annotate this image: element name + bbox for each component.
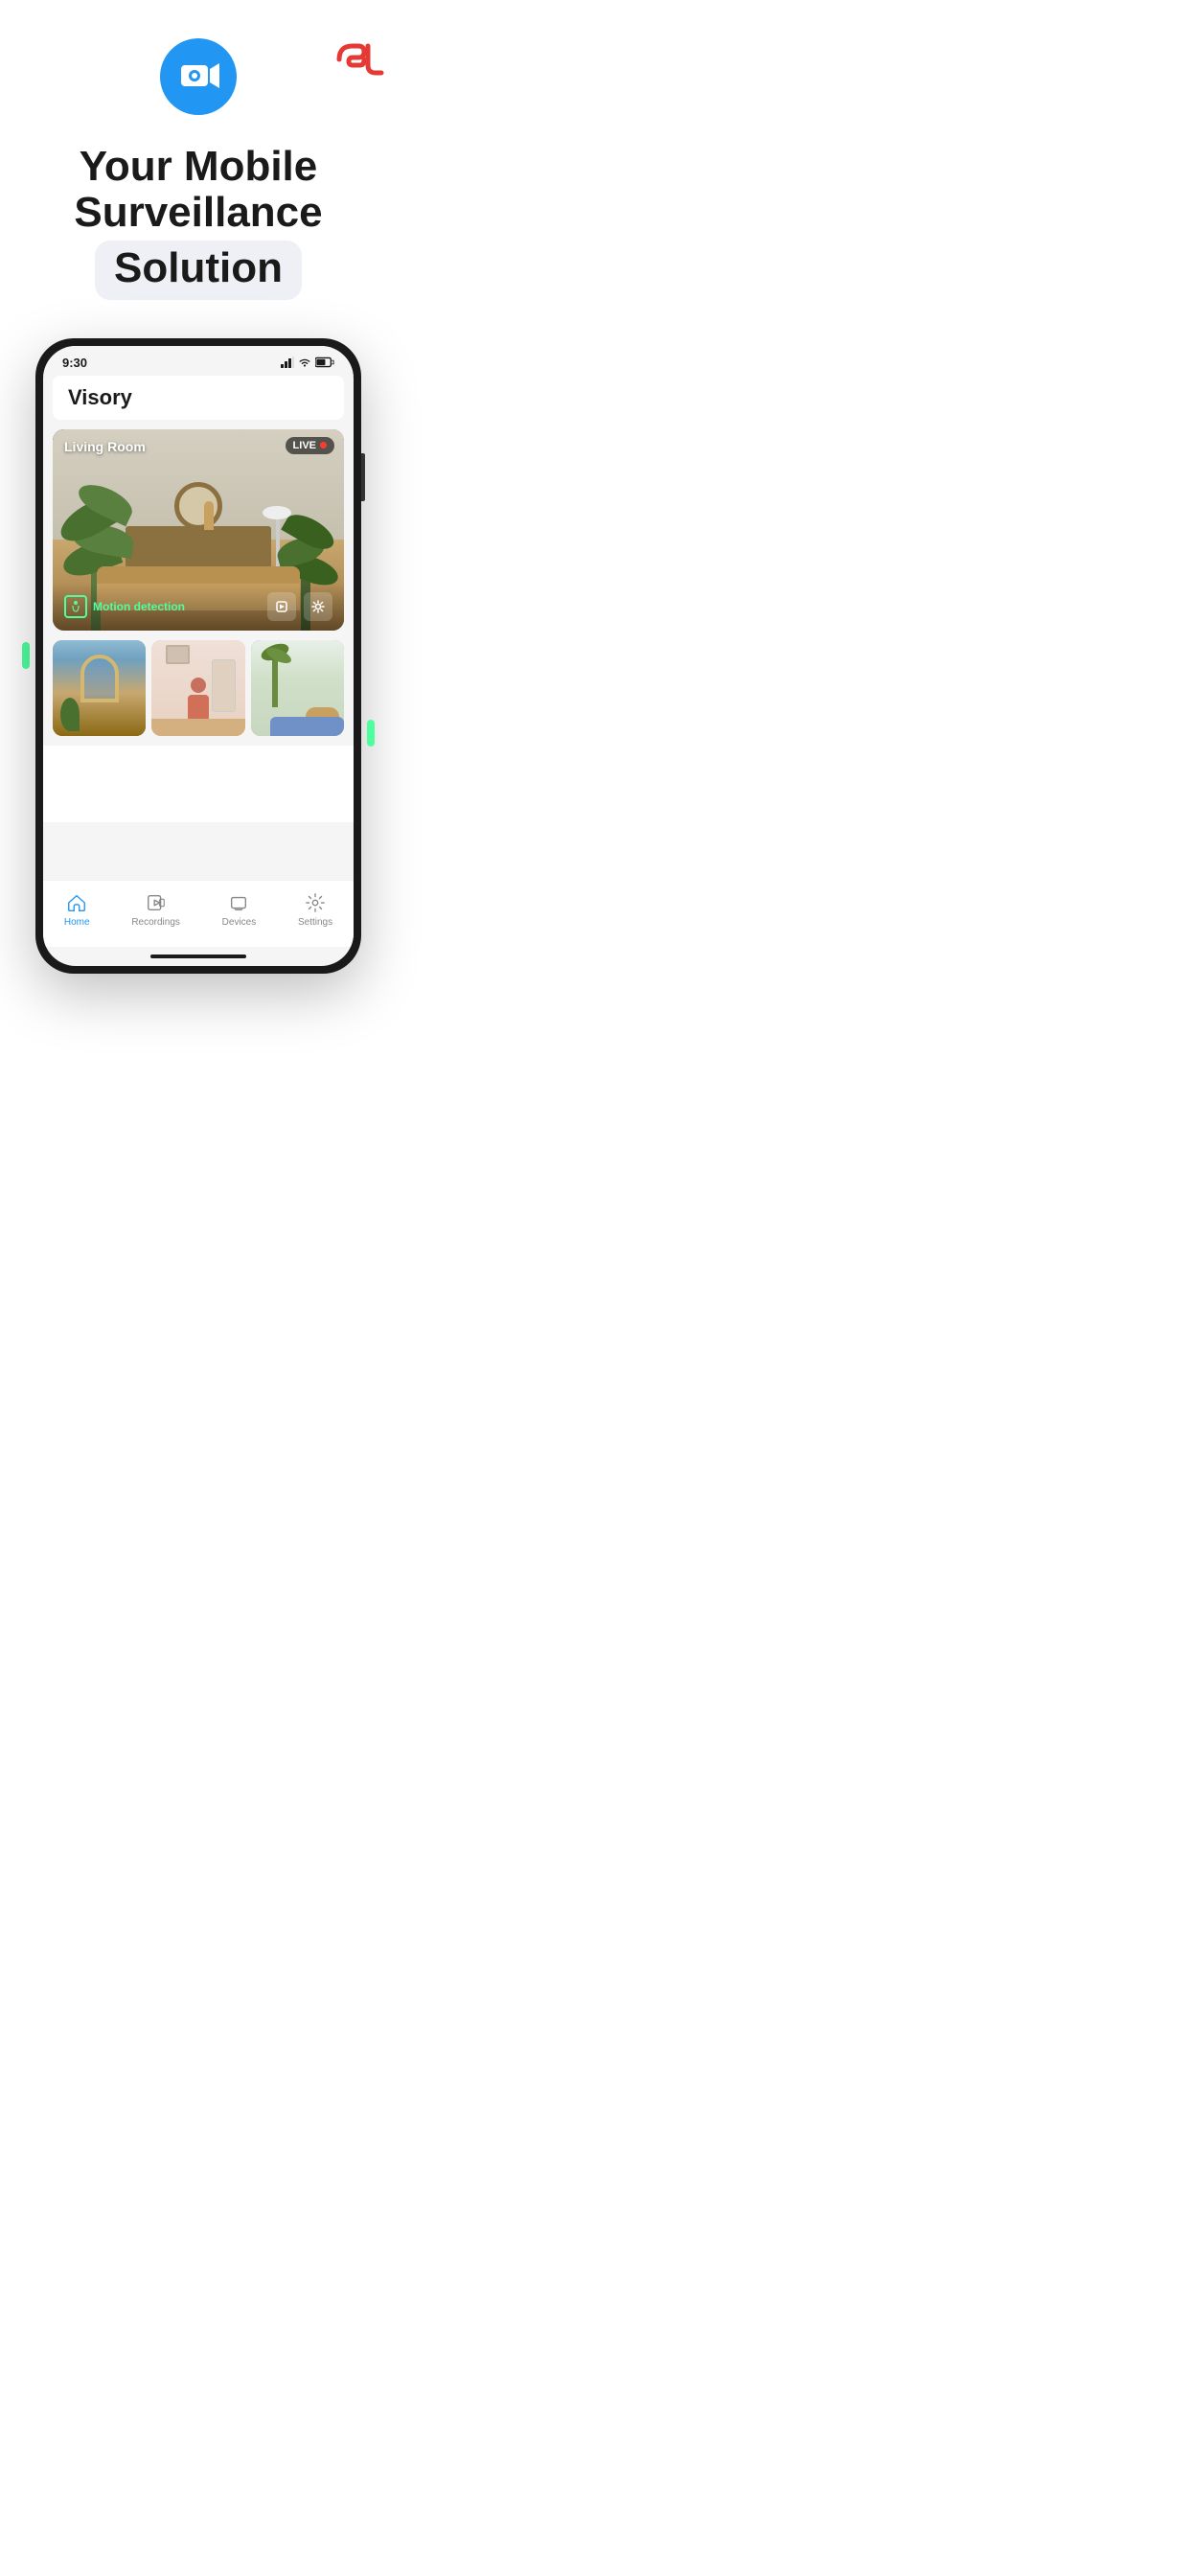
tab-home-label: Home [64,917,90,928]
motion-detection-indicator: Motion detection [64,595,185,618]
camera-settings-button[interactable] [304,592,332,621]
sideboard [126,526,271,570]
app-header: Visory [53,376,344,420]
wifi-icon [298,356,311,368]
app-title: Visory [68,385,132,409]
status-time: 9:30 [62,356,87,370]
record-icon [275,600,288,613]
tab-devices-label: Devices [222,917,257,928]
headline-line3: Solution [114,244,283,291]
phone-inner: 9:30 [43,346,354,966]
bottom-spacer [43,958,354,966]
battery-icon [315,356,334,368]
camera-thumb-2[interactable] [151,640,244,736]
phone-outer: 9:30 [35,338,361,974]
tab-settings[interactable]: Settings [298,892,332,928]
vase [204,501,214,530]
camera-thumb-3[interactable] [251,640,344,736]
headline-line2: Surveillance [74,189,322,236]
camera-thumbnail-grid [53,640,344,736]
live-badge: LIVE [286,437,334,454]
tab-settings-label: Settings [298,917,332,928]
camera-room-label: Living Room [64,439,146,454]
side-indicator-left [22,642,30,669]
record-button[interactable] [267,592,296,621]
home-icon [66,892,87,913]
camera-bottom-bar: Motion detection [53,583,344,631]
camera-icon [177,56,219,98]
motion-text: Motion detection [93,600,185,613]
recordings-icon [146,892,167,913]
red-brand-icon [332,38,379,77]
headline: Your Mobile Surveillance Solution [55,144,341,300]
motion-person-icon [69,600,82,613]
tab-bar: Home Recordings [43,880,354,947]
camera-thumb-1[interactable] [53,640,146,736]
main-camera-feed[interactable]: Living Room LIVE [53,429,344,631]
camera-controls [267,592,332,621]
top-section: Your Mobile Surveillance Solution 9:30 [0,0,397,974]
headline-line1: Your Mobile [80,143,318,190]
tab-recordings-label: Recordings [131,917,180,928]
phone-mockup: 9:30 [35,338,361,974]
signal-icon [281,356,294,368]
phone-side-button [361,453,365,501]
tab-home[interactable]: Home [64,892,90,928]
side-indicator-right [367,720,375,747]
tab-devices[interactable]: Devices [222,892,257,928]
settings-icon [305,892,326,913]
live-dot [320,442,327,448]
settings-gear-icon [311,600,325,613]
tab-recordings[interactable]: Recordings [131,892,180,928]
devices-icon [228,892,249,913]
phone-white-space [43,746,354,822]
mirror [174,482,222,530]
app-icon[interactable] [160,38,237,115]
motion-icon [64,595,87,618]
status-bar: 9:30 [43,346,354,376]
status-icons [281,356,334,368]
